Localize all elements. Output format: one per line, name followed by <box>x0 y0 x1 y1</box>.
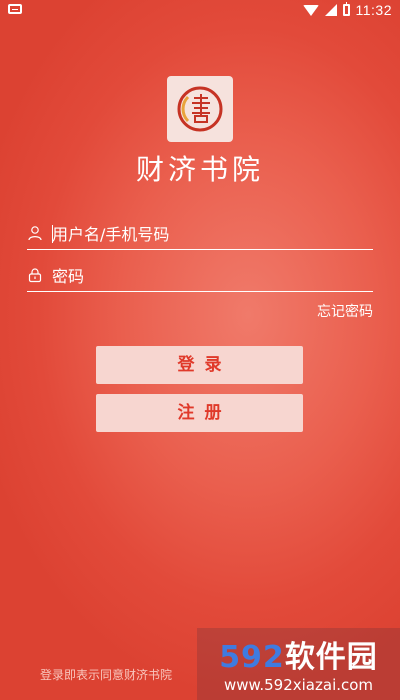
wifi-icon <box>302 4 319 16</box>
status-icons: 11:32 <box>302 2 393 18</box>
keyboard-icon <box>8 4 22 14</box>
watermark-url: www.592xiazai.com <box>223 676 374 694</box>
login-button[interactable]: 登录 <box>96 346 303 384</box>
watermark-brand: 592软件园 <box>197 632 400 676</box>
username-input[interactable] <box>52 222 362 246</box>
watermark-number: 592 <box>219 640 285 675</box>
lock-icon <box>28 268 42 283</box>
user-icon <box>28 226 42 241</box>
status-bar: 11:32 <box>0 0 400 22</box>
app-title: 财济书院 <box>135 153 264 186</box>
book-logo-icon <box>177 86 223 132</box>
battery-icon <box>342 2 350 16</box>
agreement-text: 登录即表示同意财济书院 <box>40 668 173 682</box>
password-input[interactable] <box>52 264 362 288</box>
status-time: 11:32 <box>355 2 392 18</box>
register-button[interactable]: 注册 <box>96 394 303 432</box>
app-logo <box>167 76 233 142</box>
forgot-password-link[interactable]: 忘记密码 <box>317 301 373 321</box>
password-field[interactable] <box>27 262 373 292</box>
watermark: 592软件园 www.592xiazai.com <box>197 628 400 700</box>
watermark-text: 软件园 <box>284 640 378 675</box>
username-field[interactable] <box>27 220 373 250</box>
signal-icon <box>324 4 337 16</box>
